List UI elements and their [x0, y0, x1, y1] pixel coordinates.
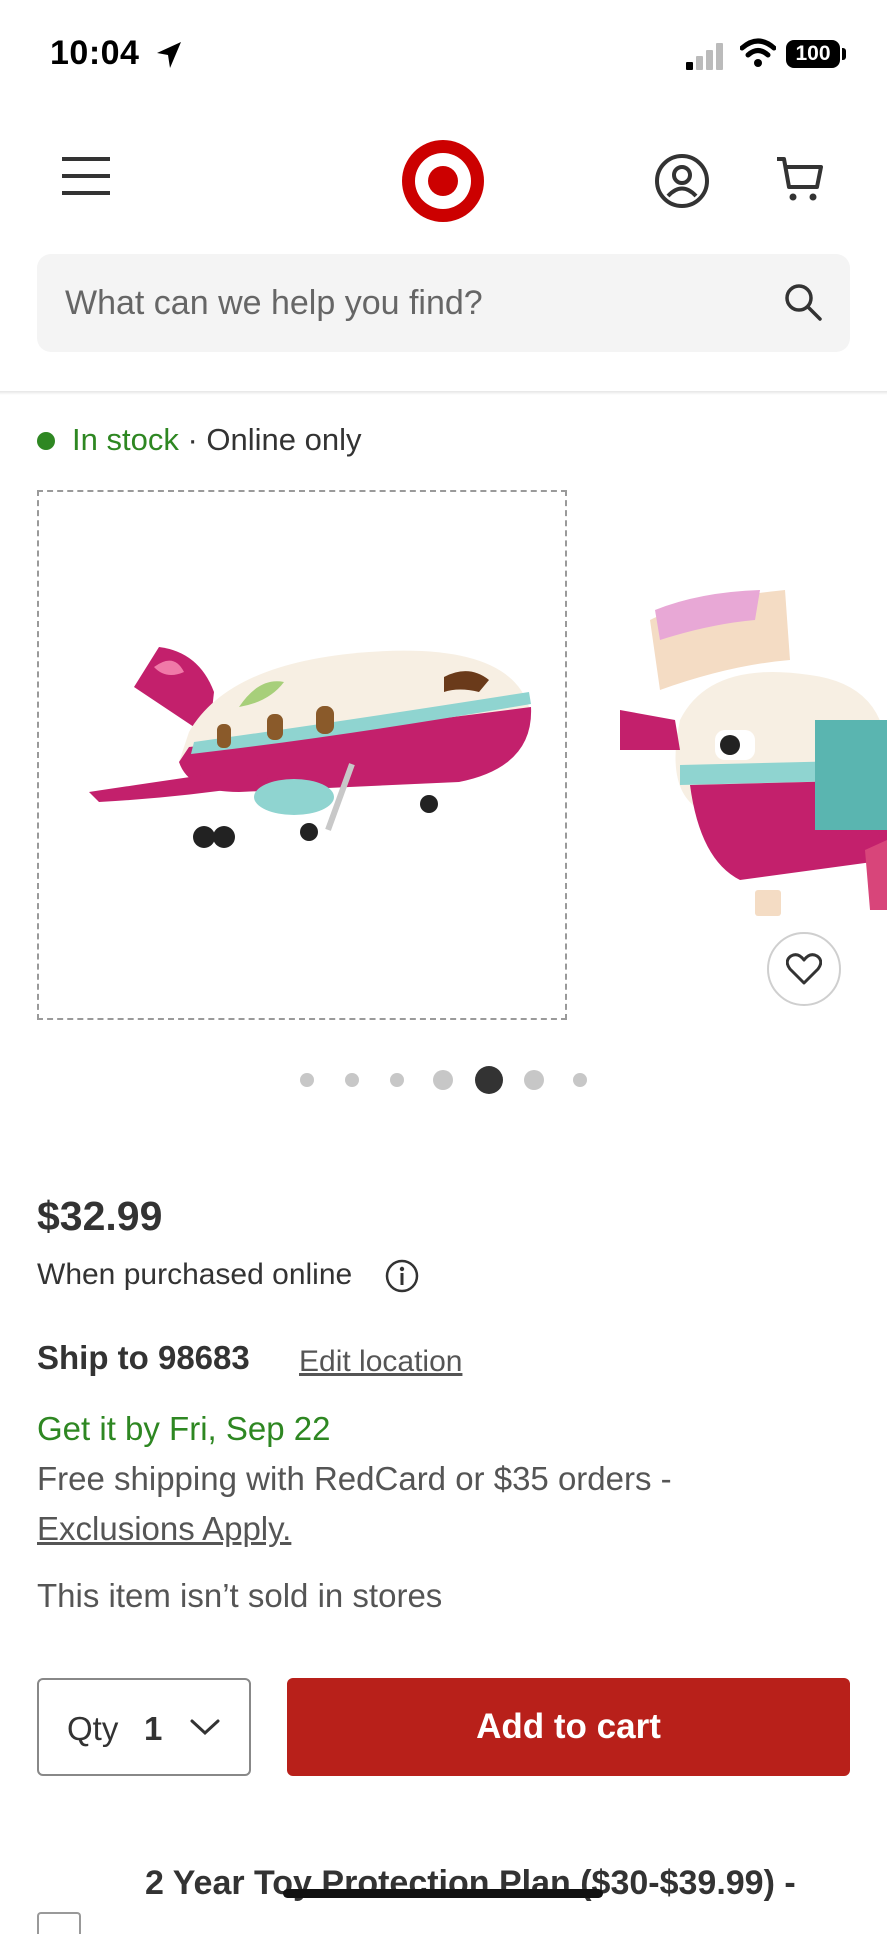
protection-plan-checkbox[interactable] [37, 1912, 81, 1934]
carousel-dot[interactable] [433, 1070, 453, 1090]
info-icon[interactable] [384, 1258, 420, 1294]
target-logo[interactable] [402, 140, 484, 222]
search-placeholder: What can we help you find? [65, 284, 483, 322]
store-availability-note: This item isn’t sold in stores [37, 1577, 443, 1614]
qty-value: 1 [144, 1710, 163, 1747]
status-time: 10:04 [50, 34, 140, 72]
stock-indicator-icon [37, 432, 55, 450]
location-arrow-icon [157, 42, 181, 68]
header-divider [0, 391, 887, 395]
in-stock-label: In stock [72, 422, 179, 457]
carousel-dot[interactable] [390, 1073, 404, 1087]
carousel-dot[interactable] [345, 1073, 359, 1087]
home-indicator [283, 1889, 603, 1898]
airplane-open-image [620, 590, 887, 916]
battery-icon: 100 [786, 40, 840, 68]
quantity-select[interactable]: Qty 1 [37, 1678, 251, 1776]
delivery-date: Get it by Fri, Sep 22 [37, 1410, 331, 1447]
favorite-button[interactable] [767, 932, 841, 1006]
search-icon[interactable] [783, 282, 823, 322]
carousel-dot[interactable] [573, 1073, 587, 1087]
price-note: When purchased online [37, 1258, 353, 1291]
carousel-dot[interactable] [300, 1073, 314, 1087]
shipping-info: Free shipping with RedCard or $35 orders… [37, 1460, 672, 1497]
online-only-label: · Online only [178, 422, 362, 457]
ship-to-label: Ship to 98683 [37, 1339, 250, 1376]
airplane-toy-image [89, 647, 532, 848]
stock-status: In stock · Online only [72, 422, 361, 458]
chevron-down-icon [190, 1719, 220, 1736]
menu-icon[interactable] [62, 157, 110, 195]
carousel-dot-active[interactable] [475, 1066, 503, 1094]
carousel-dot[interactable] [524, 1070, 544, 1090]
exclusions-link[interactable]: Exclusions Apply. [37, 1510, 291, 1548]
wifi-icon [740, 38, 776, 67]
edit-location-link[interactable]: Edit location [299, 1345, 462, 1379]
product-image-next[interactable] [620, 580, 887, 940]
heart-icon [786, 953, 822, 985]
cart-icon[interactable] [775, 155, 823, 203]
product-price: $32.99 [37, 1193, 163, 1239]
account-icon[interactable] [654, 153, 710, 209]
qty-label: Qty [67, 1710, 119, 1747]
product-image-main[interactable] [37, 490, 567, 1020]
battery-tip [842, 48, 846, 60]
search-input[interactable]: What can we help you find? [37, 254, 850, 352]
signal-icon [686, 43, 723, 70]
add-to-cart-button[interactable]: Add to cart [287, 1678, 850, 1776]
